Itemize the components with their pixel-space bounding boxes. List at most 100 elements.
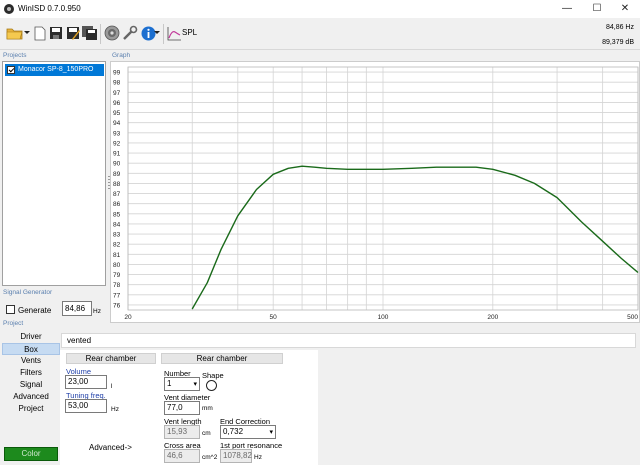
save-all-icon[interactable] (82, 24, 98, 42)
y-tick-label: 80 (113, 262, 121, 269)
port-resonance-value: 1078,82 (220, 449, 252, 463)
vent-number-select[interactable]: 1 ▾ (164, 377, 200, 391)
y-tick-label: 78 (113, 282, 121, 289)
frequency-readout: 84,86 Hz (605, 24, 634, 31)
project-section-label: Project (3, 320, 24, 327)
cross-area-value: 46,6 (164, 449, 200, 463)
app-icon (4, 4, 14, 14)
rear-chamber-group-label: Rear chamber (66, 353, 156, 364)
volume-unit: l (111, 383, 113, 390)
nav-driver[interactable]: Driver (2, 331, 60, 343)
y-tick-label: 98 (113, 80, 121, 87)
tuning-freq-input[interactable]: 53,00 (65, 399, 107, 413)
y-tick-label: 96 (113, 100, 121, 107)
new-document-icon[interactable] (32, 24, 48, 42)
vent-length-value: 15,93 (164, 425, 200, 439)
box-type-selector[interactable]: vented (61, 333, 636, 348)
vent-diameter-unit: mm (202, 405, 213, 412)
driver-icon[interactable] (104, 24, 120, 42)
nav-box[interactable]: Box (2, 343, 60, 355)
nav-advanced[interactable]: Advanced (2, 391, 60, 403)
save-as-icon[interactable] (65, 24, 81, 42)
close-button[interactable]: ✕ (610, 0, 640, 18)
project-visible-checkbox[interactable] (7, 66, 15, 74)
projects-list[interactable]: Monacor SP-8_150PRO (2, 61, 106, 286)
port-resonance-unit: Hz (254, 454, 262, 461)
end-correction-select[interactable]: 0,732 ▾ (220, 425, 276, 439)
y-tick-label: 97 (113, 90, 121, 97)
nav-signal[interactable]: Signal (2, 379, 60, 391)
advanced-button[interactable]: Advanced-> (89, 443, 132, 452)
chart-canvas: 76 77 78 79 80 81 82 83 84 85 86 87 88 89 90 91 92 93 94 95… (113, 66, 639, 321)
y-tick-label: 92 (113, 140, 121, 147)
box-panel: vented Rear chamber Volume 23,00 l Tunin… (60, 331, 640, 465)
toolbar: SPL 84,86 Hz 89,379 dB (0, 18, 640, 50)
spl-button-label[interactable]: SPL (182, 28, 197, 37)
vent-diameter-input[interactable]: 77,0 (164, 401, 200, 415)
y-tick-label: 77 (113, 292, 121, 299)
generator-frequency-input[interactable]: 84,86 (62, 301, 92, 316)
end-correction-value: 0,732 (223, 427, 244, 436)
project-item[interactable]: Monacor SP-8_150PRO (5, 64, 104, 76)
y-tick-label: 87 (113, 191, 121, 198)
y-tick-label: 85 (113, 211, 121, 218)
y-tick-label: 81 (113, 252, 121, 259)
nav-filters[interactable]: Filters (2, 367, 60, 379)
y-tick-label: 99 (113, 70, 121, 77)
volume-input[interactable]: 23,00 (65, 375, 107, 389)
chevron-down-icon: ▾ (193, 381, 197, 388)
vent-number-value: 1 (167, 379, 172, 388)
y-tick-label: 79 (113, 272, 121, 279)
spl-response-line (191, 165, 639, 310)
minimize-button[interactable]: — (552, 0, 582, 18)
spl-graph[interactable]: 76 77 78 79 80 81 82 83 84 85 86 87 88 89 90 91 92 93 94 95… (110, 61, 640, 323)
y-tick-label: 84 (113, 221, 121, 228)
chevron-down-icon: ▾ (269, 429, 273, 436)
project-nav: Driver Box Vents Filters Signal Advanced… (2, 331, 60, 415)
window-title: WinISD 0.7.0.950 (18, 4, 81, 13)
spl-readout: 89,379 dB (602, 39, 634, 46)
signal-generator-section-label: Signal Generator (3, 289, 53, 296)
spl-graph-icon[interactable] (166, 24, 182, 42)
graph-section-label: Graph (112, 52, 131, 59)
cross-area-unit: cm^2 (202, 454, 218, 461)
project-name: Monacor SP-8_150PRO (18, 66, 94, 73)
y-tick-label: 90 (113, 161, 121, 168)
title-bar: WinISD 0.7.0.950 — ☐ ✕ (0, 0, 640, 18)
color-button[interactable]: Color (4, 447, 58, 461)
vent-rear-chamber-group-label: Rear chamber (161, 353, 283, 364)
chevron-down-icon[interactable] (24, 24, 30, 42)
toolbar-separator (163, 24, 164, 44)
x-tick-label: 500 (627, 314, 638, 321)
y-tick-label: 89 (113, 171, 121, 178)
save-icon[interactable] (48, 24, 64, 42)
nav-vents[interactable]: Vents (2, 355, 60, 367)
generate-checkbox[interactable] (6, 305, 15, 314)
generator-unit: Hz (93, 308, 101, 315)
toolbar-separator (100, 24, 101, 44)
x-tick-label: 20 (124, 314, 132, 321)
y-tick-label: 83 (113, 232, 121, 239)
y-tick-label: 95 (113, 110, 121, 117)
y-tick-label: 88 (113, 181, 121, 188)
shape-label: Shape (202, 371, 224, 380)
projects-section-label: Projects (3, 52, 27, 59)
open-folder-icon[interactable] (6, 24, 24, 42)
round-shape-icon[interactable] (206, 380, 217, 391)
tuning-freq-unit: Hz (111, 406, 119, 413)
y-tick-label: 93 (113, 130, 121, 137)
vent-length-unit: cm (202, 430, 211, 437)
x-tick-label: 100 (378, 314, 389, 321)
y-tick-label: 94 (113, 120, 121, 127)
chevron-down-icon[interactable] (154, 24, 160, 42)
y-tick-label: 82 (113, 242, 121, 249)
y-tick-label: 91 (113, 151, 121, 158)
generate-label: Generate (18, 306, 52, 315)
x-tick-label: 50 (270, 314, 278, 321)
y-tick-label: 76 (113, 302, 121, 309)
x-tick-label: 200 (487, 314, 498, 321)
tools-icon[interactable] (122, 24, 138, 42)
y-tick-label: 86 (113, 201, 121, 208)
maximize-button[interactable]: ☐ (582, 0, 612, 18)
nav-project[interactable]: Project (2, 403, 60, 415)
